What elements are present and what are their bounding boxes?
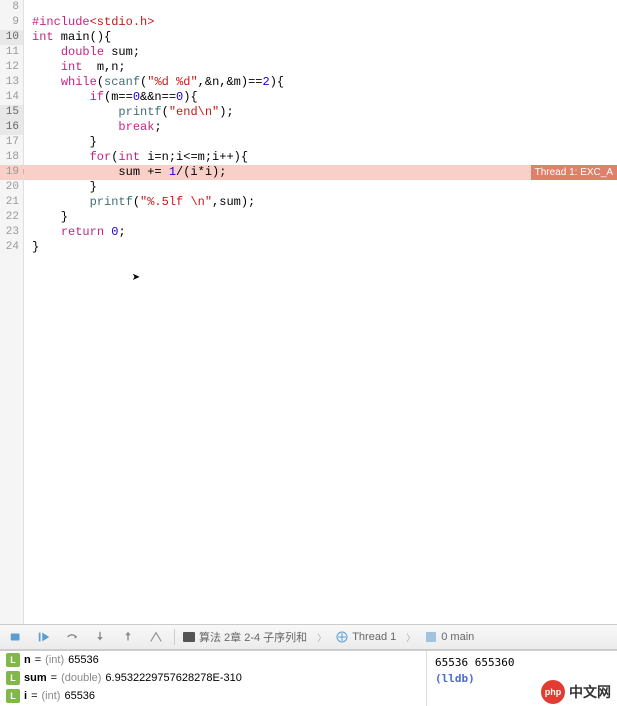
code-line[interactable]: int m,n; bbox=[24, 60, 617, 75]
watermark-badge: php bbox=[541, 680, 565, 704]
variable-row[interactable]: Li = (int) 65536 bbox=[0, 687, 426, 705]
var-value: 65536 bbox=[68, 651, 99, 669]
line-number[interactable]: 19 bbox=[0, 165, 23, 180]
code-line[interactable] bbox=[24, 0, 617, 15]
breadcrumb-file-label: 算法 2章 2-4 子序列和 bbox=[199, 629, 307, 645]
code-line[interactable]: double sum; bbox=[24, 45, 617, 60]
variables-list[interactable]: Ln = (int) 65536Lsum = (double) 6.953222… bbox=[0, 651, 427, 706]
var-value: 6.9532229757628278E-310 bbox=[105, 669, 241, 687]
line-number[interactable]: 18 bbox=[0, 150, 23, 165]
code-line[interactable]: while(scanf("%d %d",&n,&m)==2){ bbox=[24, 75, 617, 90]
separator bbox=[174, 629, 175, 645]
watermark: php 中文网 bbox=[541, 680, 611, 704]
line-number[interactable]: 13 bbox=[0, 75, 23, 90]
code-line[interactable]: int main(){ bbox=[24, 30, 617, 45]
var-type: (int) bbox=[45, 651, 64, 669]
line-number[interactable]: 14 bbox=[0, 90, 23, 105]
var-value: 65536 bbox=[64, 687, 95, 705]
variable-row[interactable]: Ln = (int) 65536 bbox=[0, 651, 426, 669]
var-name: i bbox=[24, 687, 27, 705]
line-number[interactable]: 12 bbox=[0, 60, 23, 75]
thread-icon bbox=[336, 631, 348, 643]
step-into-button[interactable] bbox=[90, 629, 110, 645]
line-number[interactable]: 16 bbox=[0, 120, 23, 135]
console-output: 65536 655360 bbox=[435, 655, 609, 671]
line-number[interactable]: 17 bbox=[0, 135, 23, 150]
breadcrumb-frame[interactable]: 0 main bbox=[425, 631, 474, 643]
chevron-right-icon: 〉 bbox=[317, 631, 326, 644]
variables-panel: Ln = (int) 65536Lsum = (double) 6.953222… bbox=[0, 650, 617, 706]
breadcrumb-file[interactable]: 算法 2章 2-4 子序列和 bbox=[183, 629, 307, 645]
line-number[interactable]: 22 bbox=[0, 210, 23, 225]
chevron-right-icon: 〉 bbox=[406, 631, 415, 644]
debug-view-button[interactable] bbox=[146, 629, 166, 645]
code-line[interactable]: return 0; bbox=[24, 225, 617, 240]
step-out-button[interactable] bbox=[118, 629, 138, 645]
step-over-button[interactable] bbox=[62, 629, 82, 645]
line-number[interactable]: 23 bbox=[0, 225, 23, 240]
line-number[interactable]: 9 bbox=[0, 15, 23, 30]
local-var-icon: L bbox=[6, 671, 20, 685]
toggle-breakpoints-button[interactable] bbox=[6, 629, 26, 645]
variable-row[interactable]: Lsum = (double) 6.9532229757628278E-310 bbox=[0, 669, 426, 687]
breadcrumb-frame-label: 0 main bbox=[441, 631, 474, 643]
code-line[interactable]: } bbox=[24, 240, 617, 255]
code-line[interactable]: sum += 1/(i*i);Thread 1: EXC_A bbox=[24, 165, 617, 180]
line-number[interactable]: 15 bbox=[0, 105, 23, 120]
code-line[interactable]: printf("%.5lf \n",sum); bbox=[24, 195, 617, 210]
breadcrumb-thread-label: Thread 1 bbox=[352, 631, 396, 643]
var-type: (int) bbox=[42, 687, 61, 705]
breadcrumb-thread[interactable]: Thread 1 bbox=[336, 631, 396, 643]
debug-toolbar: 算法 2章 2-4 子序列和 〉 Thread 1 〉 0 main bbox=[0, 624, 617, 650]
var-name: sum bbox=[24, 669, 47, 687]
code-line[interactable]: if(m==0&&n==0){ bbox=[24, 90, 617, 105]
line-number[interactable]: 8 bbox=[0, 0, 23, 15]
line-number[interactable]: 11 bbox=[0, 45, 23, 60]
code-line[interactable]: printf("end\n"); bbox=[24, 105, 617, 120]
line-number[interactable]: 20 bbox=[0, 180, 23, 195]
terminal-icon bbox=[183, 631, 195, 643]
code-line[interactable]: } bbox=[24, 210, 617, 225]
code-line[interactable]: } bbox=[24, 135, 617, 150]
code-line[interactable]: break; bbox=[24, 120, 617, 135]
local-var-icon: L bbox=[6, 689, 20, 703]
code-editor[interactable]: 89101112131415161718192021222324 #includ… bbox=[0, 0, 617, 624]
code-content[interactable]: #include<stdio.h>int main(){ double sum;… bbox=[24, 0, 617, 624]
var-type: (double) bbox=[61, 669, 101, 687]
line-number[interactable]: 21 bbox=[0, 195, 23, 210]
code-line[interactable]: #include<stdio.h> bbox=[24, 15, 617, 30]
watermark-text: 中文网 bbox=[569, 682, 611, 702]
error-badge[interactable]: Thread 1: EXC_A bbox=[531, 165, 617, 180]
var-name: n bbox=[24, 651, 31, 669]
line-number[interactable]: 24 bbox=[0, 240, 23, 255]
line-number[interactable]: 10 bbox=[0, 30, 23, 45]
line-gutter: 89101112131415161718192021222324 bbox=[0, 0, 24, 624]
code-line[interactable]: } bbox=[24, 180, 617, 195]
frame-icon bbox=[425, 631, 437, 643]
continue-button[interactable] bbox=[34, 629, 54, 645]
local-var-icon: L bbox=[6, 653, 20, 667]
code-line[interactable]: for(int i=n;i<=m;i++){ bbox=[24, 150, 617, 165]
